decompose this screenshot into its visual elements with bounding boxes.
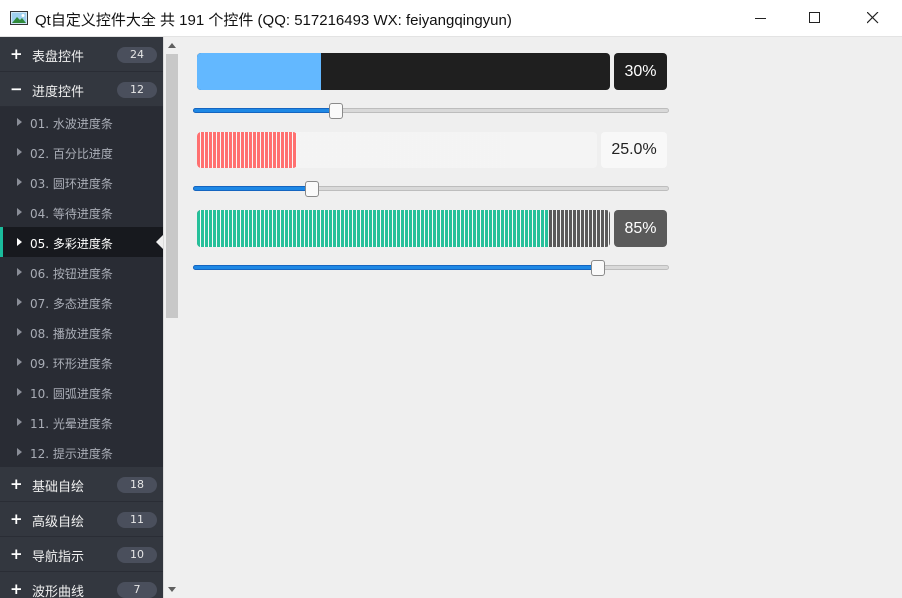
sidebar-item[interactable]: 10. 圆弧进度条 [0,377,163,407]
slider-handle[interactable] [305,181,319,197]
progress-fill [197,53,321,90]
progress-slider[interactable] [193,103,670,119]
chevron-right-icon [17,118,22,126]
group-label: 波形曲线 [32,585,85,598]
sidebar-item[interactable]: 01. 水波进度条 [0,107,163,137]
maximize-icon [809,12,820,23]
sidebar-item[interactable]: 07. 多态进度条 [0,287,163,317]
sidebar-item-label: 01. 水波进度条 [30,117,113,131]
progress-bar-dark [197,53,610,90]
close-button[interactable] [850,0,896,36]
group-label: 导航指示 [32,550,85,565]
progress-bar-green-striped [197,210,610,247]
progress-fill [197,210,549,247]
sidebar-item-label: 02. 百分比进度 [30,147,113,161]
maximize-button[interactable] [792,0,838,36]
sidebar-group-progress[interactable]: − 进度控件 12 [0,72,163,107]
sidebar-item-label: 09. 环形进度条 [30,357,113,371]
app-image-icon [10,11,28,25]
group-label: 进度控件 [32,85,85,100]
expand-plus-icon: + [10,475,23,493]
scrollbar-thumb[interactable] [166,54,178,318]
progress-slider[interactable] [193,260,670,276]
sidebar-item[interactable]: 11. 光晕进度条 [0,407,163,437]
progress-slider[interactable] [193,181,670,197]
sidebar-group-basic-draw[interactable]: + 基础自绘 18 [0,467,163,502]
chevron-right-icon [17,238,22,246]
group-count-badge: 12 [117,82,157,98]
scroll-down-arrow-icon[interactable] [164,581,180,598]
chevron-right-icon [17,448,22,456]
progress-value-badge: 30% [614,53,667,90]
sidebar-nav: + 表盘控件 24 − 进度控件 12 01. 水波进度条 02. 百分比进度 … [0,37,163,598]
selection-pointer-icon [156,235,163,249]
chevron-right-icon [17,178,22,186]
expand-plus-icon: + [10,580,23,598]
chevron-right-icon [17,268,22,276]
minimize-icon [755,18,766,19]
group-label: 高级自绘 [32,515,85,530]
title-bar: Qt自定义控件大全 共 191 个控件 (QQ: 517216493 WX: f… [0,0,902,37]
expand-plus-icon: + [10,45,23,63]
sidebar-scrollbar[interactable] [163,37,180,598]
sidebar-item-label: 07. 多态进度条 [30,297,113,311]
sidebar-item[interactable]: 03. 圆环进度条 [0,167,163,197]
minimize-button[interactable] [738,0,784,36]
sidebar-group-waveform[interactable]: + 波形曲线 7 [0,572,163,598]
sidebar-item-label: 10. 圆弧进度条 [30,387,113,401]
collapse-minus-icon: − [10,80,23,98]
sidebar-group-navigation[interactable]: + 导航指示 10 [0,537,163,572]
chevron-right-icon [17,148,22,156]
slider-handle[interactable] [329,103,343,119]
sidebar-item-label: 08. 播放进度条 [30,327,113,341]
sidebar-item-label: 12. 提示进度条 [30,447,113,461]
group-count-badge: 18 [117,477,157,493]
sidebar-item-label: 05. 多彩进度条 [30,237,113,251]
chevron-right-icon [17,388,22,396]
progress-bar-light-striped [197,132,597,168]
expand-plus-icon: + [10,545,23,563]
sidebar-item[interactable]: 09. 环形进度条 [0,347,163,377]
group-count-badge: 11 [117,512,157,528]
slider-filled-track [193,108,336,113]
sidebar-group-dial[interactable]: + 表盘控件 24 [0,37,163,72]
active-indicator [0,227,3,257]
sidebar-item-label: 04. 等待进度条 [30,207,113,221]
group-count-badge: 7 [117,582,157,598]
group-label: 表盘控件 [32,50,85,65]
sidebar-item[interactable]: 12. 提示进度条 [0,437,163,467]
chevron-right-icon [17,208,22,216]
group-label: 基础自绘 [32,480,85,495]
progress-value-badge: 25.0% [601,132,667,168]
slider-filled-track [193,265,598,270]
sidebar-item-label: 11. 光晕进度条 [30,417,113,431]
window-title: Qt自定义控件大全 共 191 个控件 (QQ: 517216493 WX: f… [35,12,512,29]
expand-plus-icon: + [10,510,23,528]
sidebar-item[interactable]: 02. 百分比进度 [0,137,163,167]
chevron-right-icon [17,418,22,426]
close-icon [867,12,879,24]
sidebar-group-advanced-draw[interactable]: + 高级自绘 11 [0,502,163,537]
sidebar-item-label: 06. 按钮进度条 [30,267,113,281]
scroll-up-arrow-icon[interactable] [164,37,180,54]
sidebar-item-label: 03. 圆环进度条 [30,177,113,191]
group-count-badge: 24 [117,47,157,63]
chevron-right-icon [17,298,22,306]
slider-handle[interactable] [591,260,605,276]
sidebar-item[interactable]: 04. 等待进度条 [0,197,163,227]
progress-value-badge: 85% [614,210,667,247]
chevron-right-icon [17,328,22,336]
sidebar-item[interactable]: 06. 按钮进度条 [0,257,163,287]
sidebar-item[interactable]: 08. 播放进度条 [0,317,163,347]
group-count-badge: 10 [117,547,157,563]
chevron-right-icon [17,358,22,366]
sidebar-item-active[interactable]: 05. 多彩进度条 [0,227,163,257]
slider-filled-track [193,186,312,191]
progress-fill [197,132,297,168]
